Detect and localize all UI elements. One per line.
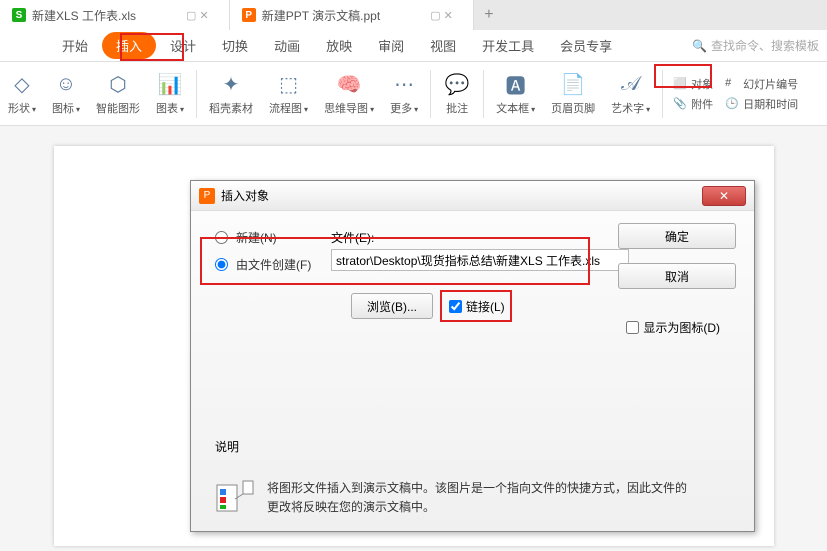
- datetime-icon: 🕒: [725, 97, 739, 111]
- show-as-icon-input[interactable]: [626, 321, 639, 334]
- menu-devtools[interactable]: 开发工具: [470, 32, 546, 59]
- show-as-icon-checkbox[interactable]: 显示为图标(D): [626, 319, 720, 336]
- textbox-icon: 🅰: [503, 72, 529, 98]
- mindmap-icon: 🧠: [336, 72, 362, 98]
- dialog-body: 新建(N) 由文件创建(F) 文件(E): 浏览(B)... 链接(L) 确定 …: [191, 211, 754, 531]
- menu-view[interactable]: 视图: [418, 32, 468, 59]
- ribbon-object[interactable]: ⬜ 对象: [673, 76, 713, 92]
- radio-group: 新建(N) 由文件创建(F): [215, 229, 311, 283]
- ribbon-wordart[interactable]: 𝒜 艺术字▾: [603, 70, 658, 118]
- ribbon-side-group: # 幻灯片编号 🕒 日期和时间: [719, 74, 804, 114]
- ribbon: ◇ 形状▾ ☺ 图标▾ ⬡ 智能图形 📊 图表▾ ✦ 稻壳素材 ⬚ 流程图▾ 🧠…: [0, 62, 827, 126]
- menu-start[interactable]: 开始: [50, 32, 100, 59]
- ribbon-textbox[interactable]: 🅰 文本框▾: [488, 70, 543, 118]
- link-checkbox-input[interactable]: [449, 300, 462, 313]
- tab-controls: ▢ ✕: [430, 9, 461, 22]
- menu-insert[interactable]: 插入: [102, 32, 156, 59]
- ribbon-comment[interactable]: 💬 批注: [435, 70, 479, 118]
- file-path-input[interactable]: [331, 249, 629, 271]
- tab-ppt[interactable]: P 新建PPT 演示文稿.ppt ▢ ✕: [230, 0, 474, 30]
- radio-new-input[interactable]: [215, 231, 228, 244]
- desc-text: 将图形文件插入到演示文稿中。该图片是一个指向文件的快捷方式，因此文件的更改将反映…: [267, 479, 695, 517]
- more-icon: ⋯: [391, 72, 417, 98]
- flowchart-icon: ⬚: [276, 72, 302, 98]
- slidenum-icon: #: [725, 77, 739, 91]
- icons-icon: ☺: [53, 72, 79, 98]
- search-placeholder: 查找命令、搜索模板: [711, 37, 819, 54]
- close-button[interactable]: ✕: [702, 186, 746, 206]
- ribbon-datetime[interactable]: 🕒 日期和时间: [725, 96, 798, 112]
- smartart-icon: ⬡: [105, 72, 131, 98]
- menu-member[interactable]: 会员专享: [548, 32, 624, 59]
- ribbon-flowchart[interactable]: ⬚ 流程图▾: [261, 70, 316, 118]
- menu-animation[interactable]: 动画: [262, 32, 312, 59]
- object-icon: ⬜: [673, 77, 687, 91]
- ribbon-side-group: ⬜ 对象 📎 附件: [667, 74, 719, 114]
- tab-add-button[interactable]: +: [474, 0, 504, 30]
- insert-object-dialog: P 插入对象 ✕ 新建(N) 由文件创建(F) 文件(E): 浏览(B)... …: [190, 180, 755, 532]
- menu-bar: 开始 插入 设计 切换 动画 放映 审阅 视图 开发工具 会员专享 🔍 查找命令…: [0, 30, 827, 62]
- attachment-icon: 📎: [673, 97, 687, 111]
- wordart-icon: 𝒜: [618, 72, 644, 98]
- radio-from-file-input[interactable]: [215, 258, 228, 271]
- ribbon-icons[interactable]: ☺ 图标▾: [44, 70, 88, 118]
- link-checkbox[interactable]: 链接(L): [449, 293, 505, 319]
- ppt-icon: P: [242, 8, 256, 22]
- ribbon-separator: [430, 70, 431, 118]
- search-box[interactable]: 🔍 查找命令、搜索模板: [692, 37, 819, 54]
- shapes-icon: ◇: [9, 72, 35, 98]
- tab-label: 新建PPT 演示文稿.ppt: [262, 7, 380, 24]
- ribbon-headerfooter[interactable]: 📄 页眉页脚: [543, 70, 603, 118]
- ribbon-separator: [196, 70, 197, 118]
- ribbon-chart[interactable]: 📊 图表▾: [148, 70, 192, 118]
- ribbon-separator: [483, 70, 484, 118]
- ribbon-docer[interactable]: ✦ 稻壳素材: [201, 70, 261, 118]
- radio-new[interactable]: 新建(N): [215, 229, 311, 246]
- menu-slideshow[interactable]: 放映: [314, 32, 364, 59]
- dialog-title-text: 插入对象: [221, 187, 269, 204]
- chart-icon: 📊: [157, 72, 183, 98]
- menu-design[interactable]: 设计: [158, 32, 208, 59]
- dialog-titlebar[interactable]: P 插入对象 ✕: [191, 181, 754, 211]
- ribbon-more[interactable]: ⋯ 更多▾: [382, 70, 426, 118]
- tab-xls[interactable]: S 新建XLS 工作表.xls ▢ ✕: [0, 0, 230, 30]
- tab-bar: S 新建XLS 工作表.xls ▢ ✕ P 新建PPT 演示文稿.ppt ▢ ✕…: [0, 0, 827, 30]
- browse-button[interactable]: 浏览(B)...: [351, 293, 433, 319]
- docer-icon: ✦: [218, 72, 244, 98]
- ribbon-separator: [662, 70, 663, 118]
- ribbon-smartart[interactable]: ⬡ 智能图形: [88, 70, 148, 118]
- ribbon-mindmap[interactable]: 🧠 思维导图▾: [316, 70, 382, 118]
- ok-button[interactable]: 确定: [618, 223, 736, 249]
- comment-icon: 💬: [444, 72, 470, 98]
- radio-from-file[interactable]: 由文件创建(F): [215, 256, 311, 273]
- desc-box: 将图形文件插入到演示文稿中。该图片是一个指向文件的快捷方式，因此文件的更改将反映…: [215, 479, 695, 519]
- cancel-button[interactable]: 取消: [618, 263, 736, 289]
- tab-label: 新建XLS 工作表.xls: [32, 7, 136, 24]
- search-icon: 🔍: [692, 39, 707, 53]
- ribbon-attachment[interactable]: 📎 附件: [673, 96, 713, 112]
- tab-controls: ▢ ✕: [186, 9, 217, 22]
- xls-icon: S: [12, 8, 26, 22]
- desc-link-icon: [215, 479, 255, 519]
- ribbon-shapes[interactable]: ◇ 形状▾: [0, 70, 44, 118]
- ribbon-slidenum[interactable]: # 幻灯片编号: [725, 76, 798, 92]
- file-label: 文件(E):: [331, 229, 374, 246]
- menu-review[interactable]: 审阅: [366, 32, 416, 59]
- headerfooter-icon: 📄: [560, 72, 586, 98]
- ppt-icon: P: [199, 188, 215, 204]
- menu-transition[interactable]: 切换: [210, 32, 260, 59]
- desc-label: 说明: [215, 438, 239, 455]
